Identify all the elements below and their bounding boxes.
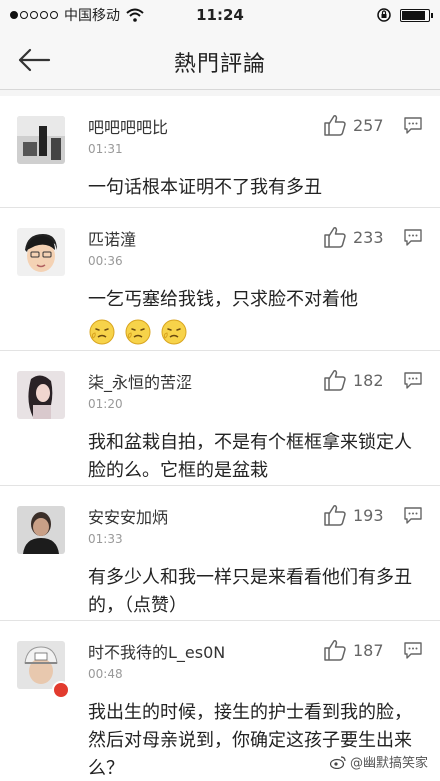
comment-time: 01:33 [88,532,123,546]
signal-dot [20,11,28,19]
reply-bubble-icon[interactable] [403,506,423,524]
thumbs-up-icon [324,505,346,526]
signal-dots-icon [10,11,58,19]
comment-time: 01:31 [88,142,123,156]
watermark: @幽默搞笑家 [329,752,428,771]
like-count: 193 [353,505,384,525]
like-button[interactable]: 182 [323,369,384,391]
wifi-icon [126,8,144,22]
signal-dot [40,11,48,19]
avatar[interactable] [17,228,65,276]
comment-item: 匹诺潼 00:36 233 一乞丐塞给我钱，只求脸不对着他 [0,208,440,351]
page-title: 熱門評論 [173,52,266,77]
thumbs-up-icon [324,640,346,661]
avatar[interactable] [17,371,65,419]
reply-bubble-icon[interactable] [403,116,423,134]
rotation-lock-icon [377,8,391,22]
signal-dot [10,11,18,19]
comment-text: 一乞丐塞给我钱，只求脸不对着他 [88,289,358,310]
like-count: 182 [353,370,384,390]
status-left: 中国移动 [10,5,376,25]
comment-list: 吧吧吧吧比 01:31 257 一句话根本证明不了我有多丑 匹诺潼 00:36 … [0,90,440,781]
avatar-image [17,116,65,164]
signal-dot [30,11,38,19]
comment-item: 吧吧吧吧比 01:31 257 一句话根本证明不了我有多丑 [0,96,440,208]
reply-bubble-icon[interactable] [403,641,423,659]
comment-time: 01:20 [88,397,123,411]
thumbs-up-icon [324,370,346,391]
comment-username[interactable]: 匹诺潼 [88,226,136,250]
comment-text: 有多少人和我一样只是来看看他们有多丑的，（点赞） [88,567,412,616]
nav-bar: 熱門評論 [0,30,440,90]
like-count: 257 [353,115,384,135]
avatar-image [17,228,65,276]
battery-fill [402,10,425,20]
weibo-logo-icon [329,755,346,769]
like-button[interactable]: 233 [323,226,384,248]
status-right [376,7,433,23]
comment-text: 一句话根本证明不了我有多丑 [88,177,322,198]
comment-text: 我和盆栽自拍，不是有个框框拿来锁定人脸的么。它框的是盆栽 [88,432,412,481]
like-count: 187 [353,640,384,660]
reply-bubble-icon[interactable] [403,371,423,389]
verified-badge-icon [52,681,70,699]
comment-username[interactable]: 时不我待的L_es0N [88,639,225,663]
sweating-face-emoji-icon [161,319,187,345]
thumbs-up-icon [324,115,346,136]
comment-item: 安安安加炳 01:33 193 有多少人和我一样只是来看看他们有多丑的，（点赞） [0,486,440,621]
signal-dot [50,11,58,19]
avatar[interactable] [17,116,65,164]
avatar[interactable] [17,506,65,554]
comment-username[interactable]: 吧吧吧吧比 [88,114,168,138]
comment-time: 00:48 [88,667,123,681]
like-button[interactable]: 193 [323,504,384,526]
like-count: 233 [353,227,384,247]
comment-username[interactable]: 安安安加炳 [88,504,168,528]
carrier-name: 中国移动 [64,8,120,24]
watermark-text: @幽默搞笑家 [349,756,428,771]
sweating-face-emoji-icon [125,319,151,345]
comment-username[interactable]: 柒_永恒的苦涩 [88,369,192,393]
avatar-image [17,371,65,419]
reply-bubble-icon[interactable] [403,228,423,246]
comment-time: 00:36 [88,254,123,268]
like-button[interactable]: 187 [323,639,384,661]
status-bar: 中国移动 11:24 [0,0,440,30]
emoji-row [88,318,188,346]
avatar-image [17,506,65,554]
like-button[interactable]: 257 [323,114,384,136]
thumbs-up-icon [324,227,346,248]
battery-icon [400,8,433,22]
sweating-face-emoji-icon [89,319,115,345]
comment-item: 柒_永恒的苦涩 01:20 182 我和盆栽自拍，不是有个框框拿来锁定人脸的么。… [0,351,440,486]
